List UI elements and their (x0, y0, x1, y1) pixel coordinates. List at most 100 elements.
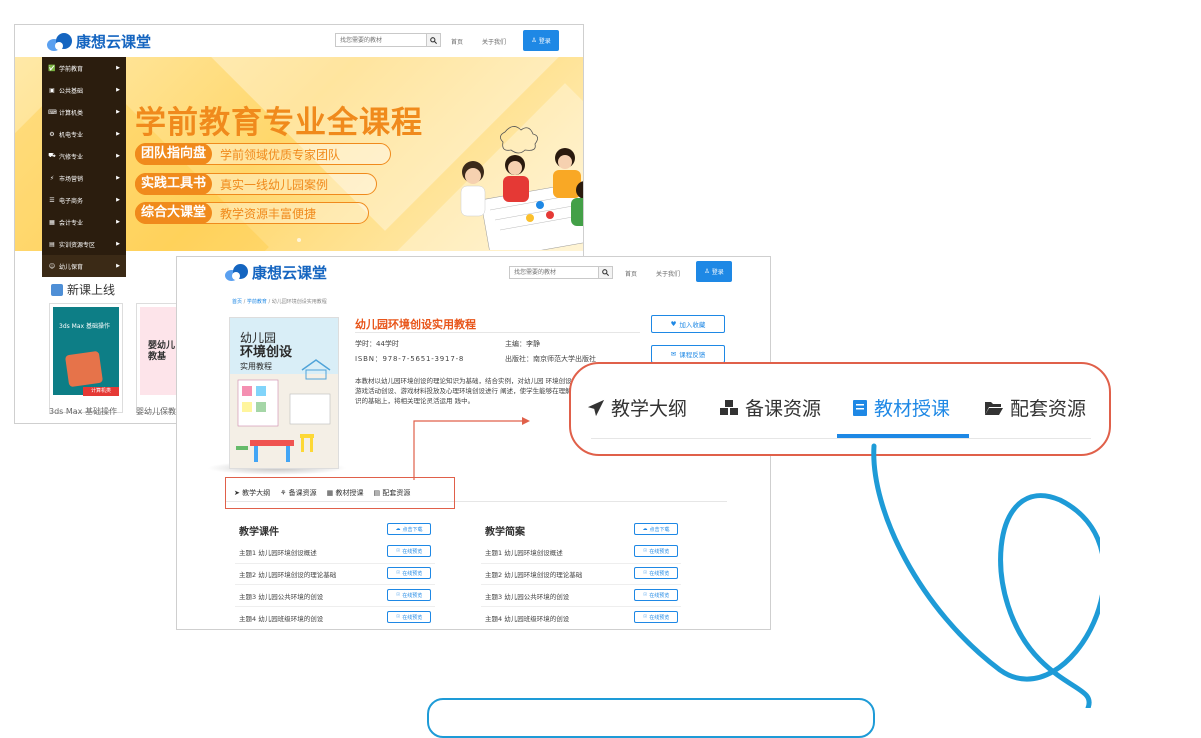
paper-plane-icon (587, 399, 605, 416)
sidebar-item-mechatronics[interactable]: ⚙ 机电专业 ▶ (42, 123, 126, 145)
nav-about[interactable]: 关于我们 (482, 37, 506, 46)
zoom-tab-prep-resources[interactable]: 备课资源 (719, 394, 821, 421)
user-icon: ♙ (531, 37, 537, 44)
tab-syllabus[interactable]: ➤ 教学大纲 (234, 488, 270, 498)
eye-icon: ☉ (395, 614, 401, 620)
zoom-tab-textbook-teaching[interactable]: 教材授课 (852, 394, 950, 421)
search-button[interactable] (598, 267, 612, 278)
nav-home[interactable]: 首页 (451, 37, 463, 46)
decorative-curve (871, 443, 1100, 708)
cubes-icon: ⚘ (280, 489, 287, 497)
preview-button[interactable]: ☉ 在线预览 (387, 589, 431, 601)
category-badge: 计算机类 (83, 387, 119, 396)
sidebar-item-childcare[interactable]: ☺ 幼儿保育 ▶ (42, 255, 126, 277)
search-input[interactable] (336, 34, 426, 46)
banner-pill-2: 实践工具书 真实一线幼儿园案例 (135, 173, 377, 195)
banner-title: 学前教育专业全课程 (135, 105, 423, 141)
sidebar-item-public[interactable]: ▣ 公共基础 ▶ (42, 79, 126, 101)
cover-artwork (64, 350, 104, 388)
sidebar-item-training[interactable]: ▤ 实训资源专区 ▶ (42, 233, 126, 255)
book-title: 幼儿园环境创设实用教程 (355, 318, 476, 331)
preview-button[interactable]: ☉ 在线预览 (634, 545, 678, 557)
preview-button[interactable]: ☉ 在线预览 (387, 567, 431, 579)
preview-button[interactable]: ☉ 在线预览 (634, 589, 678, 601)
login-button[interactable]: ♙ 登录 (696, 261, 732, 282)
course-feedback-button[interactable]: ✉ 课程反馈 (651, 345, 725, 363)
caret-right-icon: ▶ (116, 197, 120, 203)
callout-connector (413, 417, 530, 480)
breadcrumb-home[interactable]: 首页 (232, 299, 242, 305)
search-icon (602, 269, 609, 276)
preview-button[interactable]: ☉ 在线预览 (387, 611, 431, 623)
bottom-callout-box (427, 698, 875, 738)
tab-textbook-teaching[interactable]: ▦ 教材授课 (327, 488, 364, 498)
nav-home[interactable]: 首页 (625, 269, 637, 278)
lesson-plan-heading: 教学简案 (485, 527, 525, 538)
cog-icon: ⚙ (49, 130, 55, 138)
sidebar-item-accounting[interactable]: ▦ 会计专业 ▶ (42, 211, 126, 233)
paper-plane-icon: ➤ (234, 489, 240, 497)
car-icon: ⛟ (48, 152, 56, 159)
book-cover: 幼儿园 环境创设 实用教程 (229, 317, 339, 469)
course-caption: 婴幼儿保教 (136, 407, 176, 416)
carousel-dot[interactable] (297, 238, 301, 242)
cloud-logo-icon (47, 32, 73, 51)
eye-icon: ☉ (642, 570, 648, 576)
keyboard-icon: ⌨ (48, 108, 57, 116)
breadcrumb-category[interactable]: 学前教育 (247, 299, 267, 305)
sidebar-item-marketing[interactable]: ⚡ 市场营销 ▶ (42, 167, 126, 189)
book-publisher: 出版社：南京师范大学出版社 (505, 355, 596, 363)
caret-right-icon: ▶ (116, 175, 120, 181)
login-button[interactable]: ♙ 登录 (523, 30, 559, 51)
lesson-plan-download-button[interactable]: ☁ 点击下载 (634, 523, 678, 535)
cloud-logo-icon (225, 264, 249, 281)
new-courses-heading: 新课上线 (51, 281, 115, 298)
breadcrumb-current: 幼儿园环境创设实用教程 (271, 299, 327, 305)
caret-right-icon: ▶ (116, 65, 120, 71)
zoom-divider (591, 438, 1091, 439)
sidebar-item-computer[interactable]: ⌨ 计算机类 ▶ (42, 101, 126, 123)
preview-button[interactable]: ☉ 在线预览 (387, 545, 431, 557)
sidebar-item-preschool[interactable]: ✅ 学前教育 ▶ (42, 57, 126, 79)
book-isbn: ISBN：978-7-5651-3917-8 (355, 355, 465, 363)
courseware-row: 主题1 幼儿园环境创设概述 (239, 549, 317, 557)
nav-about[interactable]: 关于我们 (656, 269, 680, 278)
zoom-tab-syllabus[interactable]: 教学大纲 (587, 394, 687, 421)
banner-pill-3: 综合大课堂 教学资源丰富便捷 (135, 202, 369, 224)
book-hours: 学时：44学时 (355, 340, 399, 348)
search-input[interactable] (510, 267, 598, 278)
cart-icon: ☰ (49, 196, 55, 204)
kids-playing-image (460, 126, 583, 250)
courseware-row: 主题3 幼儿园公共环境的创设 (239, 593, 324, 601)
search-button[interactable] (426, 34, 440, 46)
book-icon: ▦ (326, 489, 334, 497)
bank-icon: ▣ (49, 86, 55, 94)
courseware-download-button[interactable]: ☁ 点击下载 (387, 523, 431, 535)
add-favorite-button[interactable]: ♥ 加入收藏 (651, 315, 725, 333)
new-courses-icon (51, 283, 63, 296)
eye-icon: ☉ (395, 592, 401, 598)
envelope-icon: ✉ (670, 350, 677, 358)
cloud-download-icon: ☁ (395, 526, 401, 532)
course-caption: 3ds Max 基础操作 (49, 407, 117, 416)
course-cover: 3ds Max 基础操作 计算机类 (53, 307, 119, 396)
cubes-icon (720, 399, 738, 415)
caret-right-icon: ▶ (116, 131, 120, 137)
eye-icon: ☉ (395, 570, 401, 576)
lesson-plan-row: 主题2 幼儿园环境创设的理论基础 (485, 571, 583, 579)
tab-supporting-resources[interactable]: ▤ 配套资源 (373, 488, 410, 498)
user-icon: ♙ (704, 268, 710, 275)
eye-icon: ☉ (642, 548, 648, 554)
zoom-tab-supporting-resources[interactable]: 配套资源 (984, 394, 1086, 421)
briefcase-icon: ▤ (49, 240, 55, 248)
brand-logo[interactable]: 康想云课堂 (225, 262, 327, 283)
course-card-3dsmax[interactable]: 3ds Max 基础操作 计算机类 3ds Max 基础操作 (49, 303, 123, 416)
lesson-plan-row: 主题1 幼儿园环境创设概述 (485, 549, 563, 557)
sidebar-item-auto[interactable]: ⛟ 汽修专业 ▶ (42, 145, 126, 167)
sidebar-item-ecommerce[interactable]: ☰ 电子商务 ▶ (42, 189, 126, 211)
preview-button[interactable]: ☉ 在线预览 (634, 567, 678, 579)
brand-logo[interactable]: 康想云课堂 (47, 31, 151, 52)
tab-prep-resources[interactable]: ⚘ 备课资源 (280, 488, 317, 498)
bolt-icon: ⚡ (49, 174, 55, 182)
preview-button[interactable]: ☉ 在线预览 (634, 611, 678, 623)
